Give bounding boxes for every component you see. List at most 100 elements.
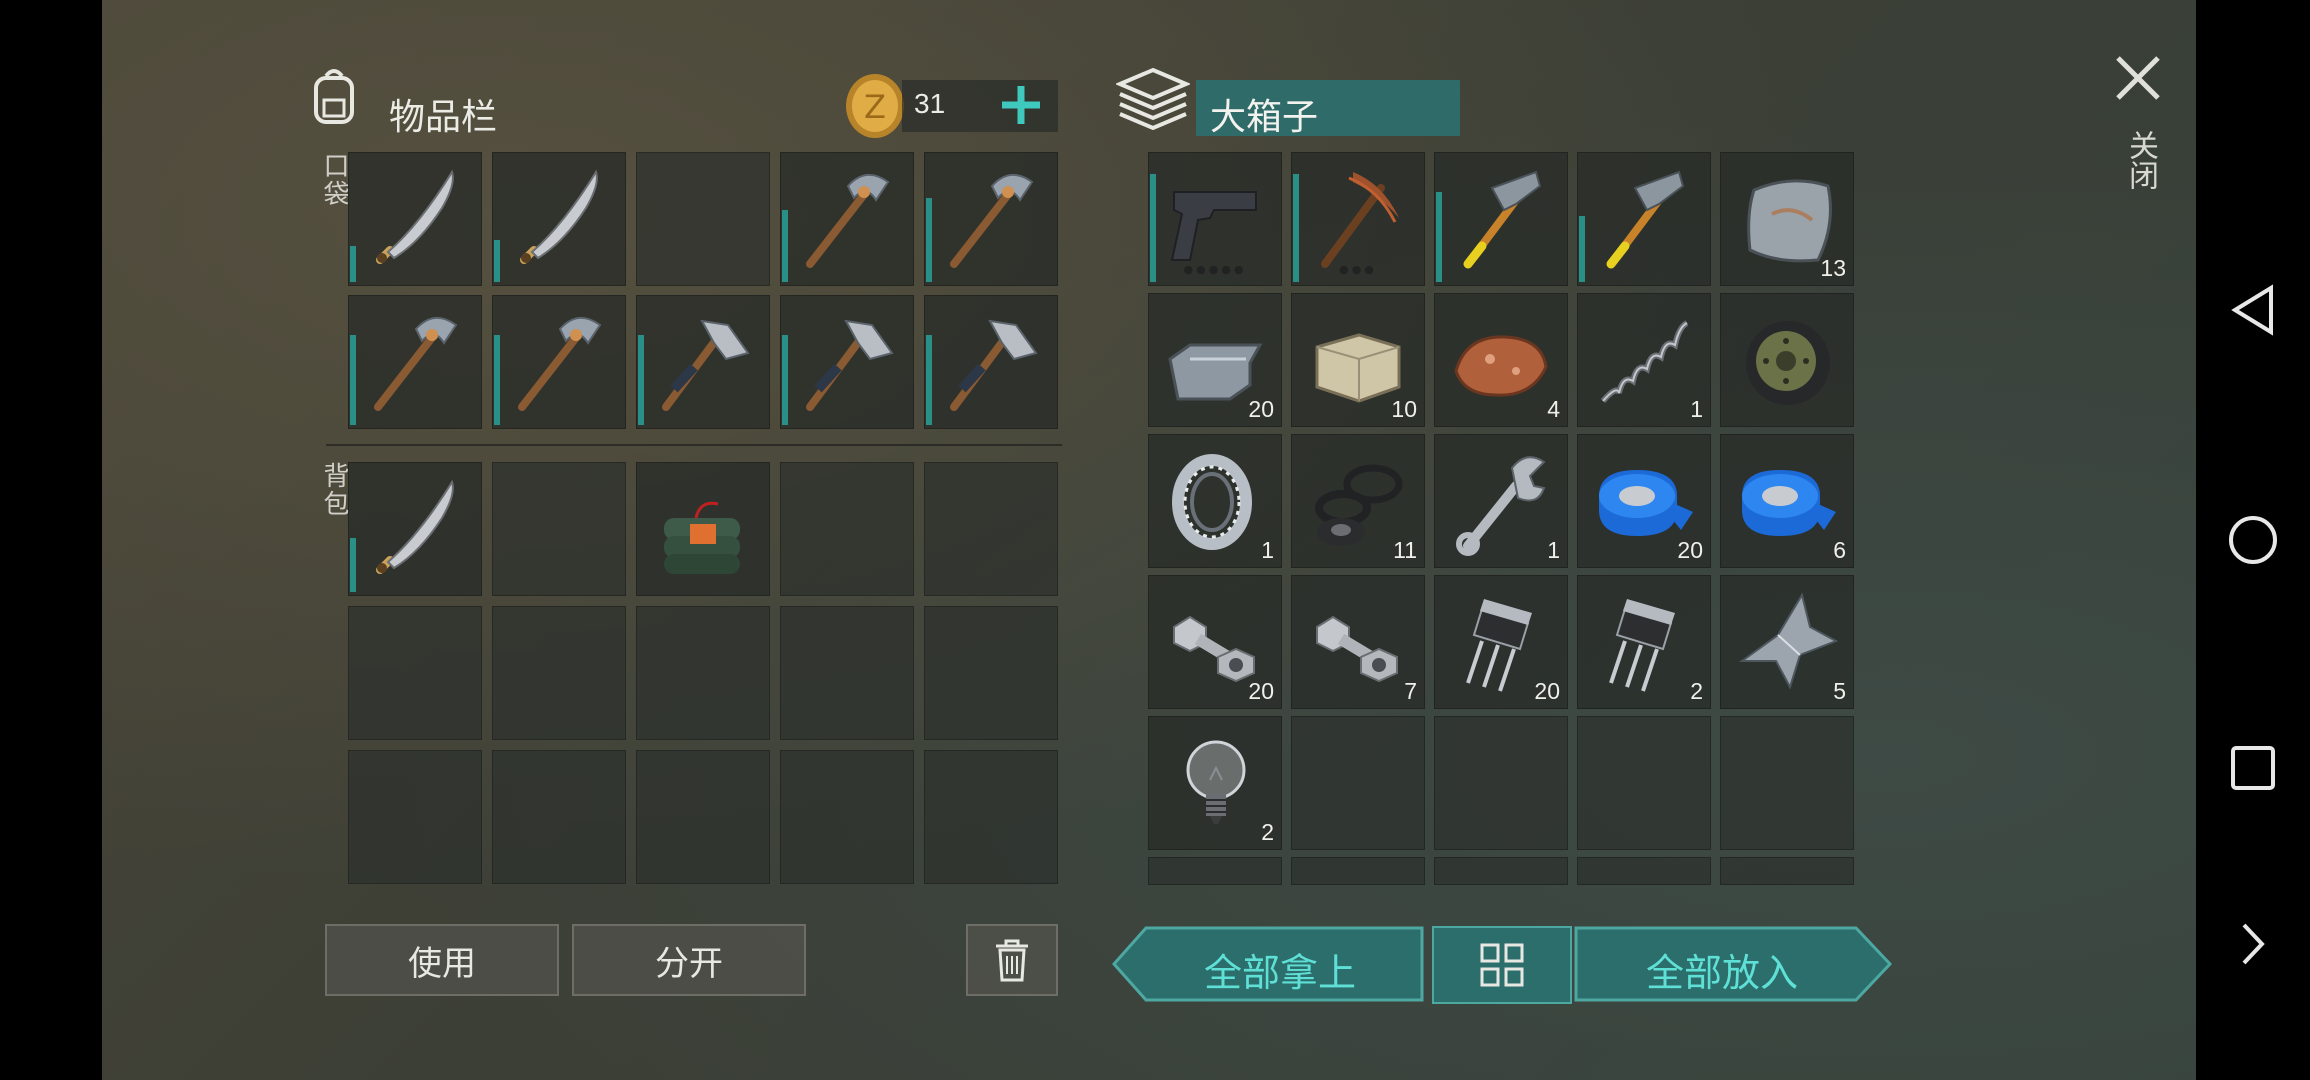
backpack-slot[interactable] [636, 606, 770, 740]
container-slot[interactable] [1577, 716, 1711, 850]
container-slot[interactable] [1434, 716, 1568, 850]
container-slot[interactable] [1291, 857, 1425, 885]
stone-pickaxe-icon [518, 317, 602, 411]
backpack-slot[interactable] [636, 750, 770, 884]
item-count: 2 [1261, 819, 1274, 845]
backpack-slot[interactable] [780, 462, 914, 596]
pocket-slot[interactable] [924, 295, 1058, 429]
durability-bar [926, 198, 932, 282]
nav-recents-button[interactable] [2196, 718, 2310, 818]
backpack-slot[interactable] [348, 606, 482, 740]
item-count: 6 [1833, 537, 1846, 563]
container-slot[interactable]: 20 [1148, 293, 1282, 427]
container-slot[interactable] [1577, 857, 1711, 885]
container-slot[interactable]: ●●● [1291, 152, 1425, 286]
container-slot[interactable] [1720, 857, 1854, 885]
backpack-slot[interactable] [924, 606, 1058, 740]
trash-button[interactable] [966, 924, 1058, 996]
container-slot[interactable]: 13 [1720, 152, 1854, 286]
item-count: 10 [1391, 396, 1417, 422]
close-icon [2116, 56, 2160, 100]
container-title: 大箱子 [1210, 97, 1319, 138]
container-slot[interactable] [1577, 152, 1711, 286]
backpack-slot[interactable] [636, 462, 770, 596]
nav-home-button[interactable] [2196, 490, 2310, 590]
backpack-slot[interactable] [924, 462, 1058, 596]
durability-bar [1436, 192, 1442, 282]
item-count: 11 [1393, 537, 1417, 563]
stone-pickaxe-icon [950, 174, 1034, 268]
pocket-slot[interactable] [636, 295, 770, 429]
nav-back-button[interactable] [2196, 260, 2310, 360]
durability-bar [350, 335, 356, 425]
pocket-slot[interactable] [348, 152, 482, 286]
container-slot[interactable]: ●●●●● [1148, 152, 1282, 286]
container-slot[interactable] [1720, 293, 1854, 427]
container-slot[interactable]: 20 [1577, 434, 1711, 568]
pocket-slot[interactable] [492, 152, 626, 286]
pistol-icon [1170, 191, 1257, 261]
spring-icon [1600, 320, 1689, 403]
backpack-slot[interactable] [492, 750, 626, 884]
take-all-button[interactable]: 全部拿上 [1112, 926, 1424, 1002]
durability-bar [782, 335, 788, 425]
close-button[interactable]: 关闭 [2098, 44, 2178, 224]
container-slot[interactable] [1434, 857, 1568, 885]
container-slot[interactable]: 1 [1434, 434, 1568, 568]
backpack-slot[interactable] [348, 462, 482, 596]
add-coins-button[interactable] [998, 82, 1044, 128]
durability-bar [494, 240, 500, 282]
durability-bar [494, 335, 500, 425]
backpack-slot[interactable] [780, 606, 914, 740]
container-slot[interactable]: 1 [1148, 434, 1282, 568]
container-slot[interactable]: 20 [1434, 575, 1568, 709]
pocket-slot[interactable] [636, 152, 770, 286]
machete-icon [376, 169, 454, 264]
backpack-slot[interactable] [492, 606, 626, 740]
container-slot[interactable] [1720, 716, 1854, 850]
pocket-slot[interactable] [492, 295, 626, 429]
container-slot[interactable]: 7 [1291, 575, 1425, 709]
item-count: 20 [1248, 678, 1274, 704]
backpack-slot[interactable] [780, 750, 914, 884]
durability-bar [782, 210, 788, 282]
home-circle-icon [2229, 516, 2277, 564]
backpack-slot[interactable] [492, 462, 626, 596]
light-bulb-icon [1186, 740, 1246, 824]
close-label: 关闭 [2123, 130, 2158, 190]
container-slot[interactable]: 20 [1148, 575, 1282, 709]
container-slot[interactable]: 2 [1577, 575, 1711, 709]
item-count: 20 [1248, 396, 1274, 422]
container-slot[interactable]: 2 [1148, 716, 1282, 850]
pocket-slot[interactable] [780, 152, 914, 286]
put-all-button[interactable]: 全部放入 [1574, 926, 1894, 1002]
backpack-slot[interactable] [348, 750, 482, 884]
bearing-icon [1172, 454, 1252, 550]
split-button[interactable]: 分开 [572, 924, 806, 996]
item-count: 20 [1677, 537, 1703, 563]
sort-button[interactable] [1432, 926, 1572, 1004]
container-slot[interactable] [1434, 152, 1568, 286]
container-slot[interactable]: 10 [1291, 293, 1425, 427]
pocket-slot[interactable] [924, 152, 1058, 286]
pocket-slot[interactable] [780, 295, 914, 429]
item-count: 7 [1404, 678, 1417, 704]
use-button[interactable]: 使用 [325, 924, 559, 996]
take-all-label: 全部拿上 [1203, 951, 1356, 995]
container-slot[interactable]: 6 [1720, 434, 1854, 568]
container-slot[interactable] [1148, 857, 1282, 885]
stone-pickaxe-icon [806, 174, 890, 268]
durability-bar [638, 335, 644, 425]
container-slot[interactable] [1291, 716, 1425, 850]
container-slot[interactable]: 4 [1434, 293, 1568, 427]
container-slot[interactable]: 1 [1577, 293, 1711, 427]
container-slot[interactable]: 11 [1291, 434, 1425, 568]
pocket-divider [326, 444, 1062, 446]
backpack-slot[interactable] [924, 750, 1058, 884]
nav-more-button[interactable] [2196, 894, 2310, 994]
metal-scrap-icon [1738, 592, 1839, 690]
back-triangle-icon [2231, 284, 2273, 336]
container-slot[interactable]: 5 [1720, 575, 1854, 709]
bolt-nut-icon [1316, 615, 1398, 683]
pocket-slot[interactable] [348, 295, 482, 429]
